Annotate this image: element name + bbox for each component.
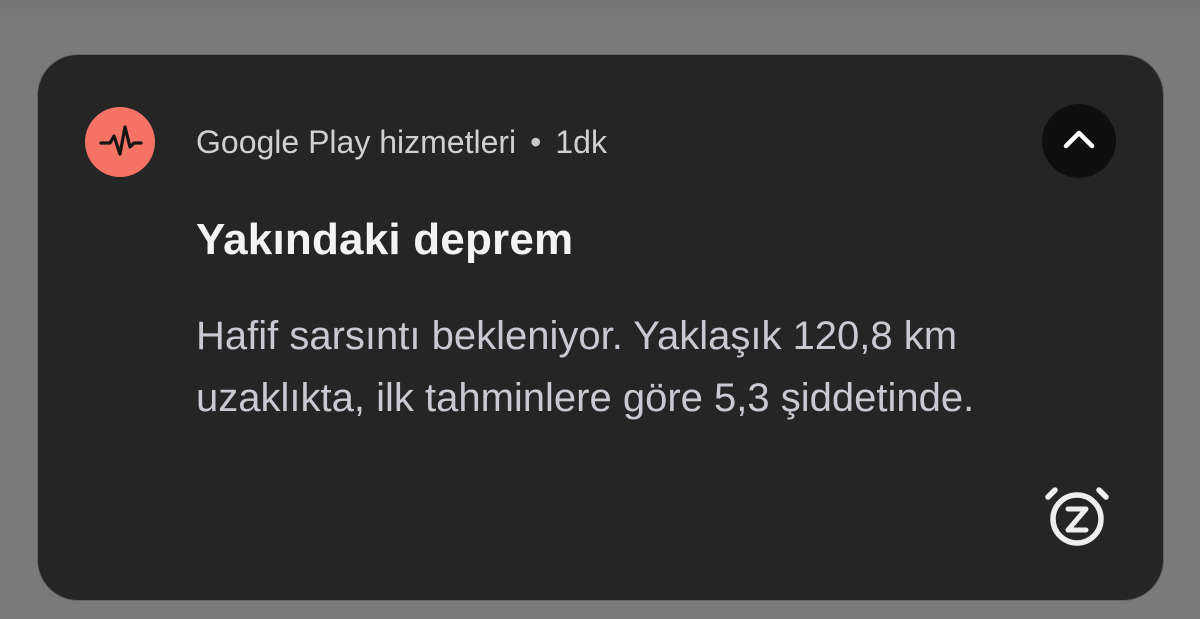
notification-title: Yakındaki deprem (196, 215, 574, 264)
collapse-notification-button[interactable] (1042, 104, 1116, 178)
background-top (0, 0, 1200, 24)
notification-header: Google Play hizmetleri • 1dk (196, 120, 607, 164)
message-line-2: uzaklıkta, ilk tahminlere göre 5,3 şidde… (196, 376, 975, 420)
chevron-up-icon (1063, 130, 1095, 149)
notification-time: 1dk (555, 123, 607, 160)
message-line-1: Hafif sarsıntı bekleniyor. Yaklaşık 120,… (196, 314, 958, 358)
header-separator: • (530, 123, 542, 160)
earthquake-pulse-icon (85, 107, 155, 177)
app-name: Google Play hizmetleri (196, 123, 517, 160)
earthquake-notification-card[interactable]: Google Play hizmetleri • 1dk Yakındaki d… (38, 55, 1163, 600)
notification-message: Hafif sarsıntı bekleniyor. Yaklaşık 120,… (196, 305, 1126, 429)
snooze-button[interactable] (1043, 480, 1111, 552)
snooze-alarm-icon (1045, 487, 1109, 546)
